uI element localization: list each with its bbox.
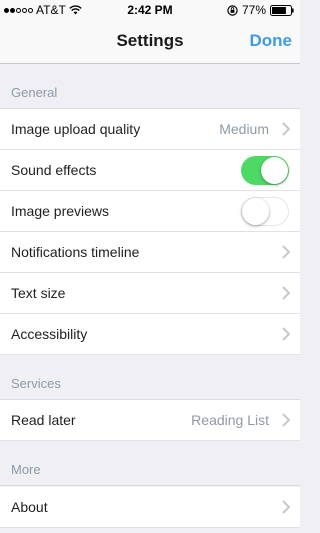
row-about[interactable]: About bbox=[0, 487, 300, 528]
row-label: Image upload quality bbox=[11, 121, 141, 137]
section-header-label: General bbox=[11, 85, 58, 100]
done-button[interactable]: Done bbox=[250, 31, 293, 51]
section-header-general: General bbox=[0, 64, 300, 109]
row-image-upload-quality[interactable]: Image upload quality Medium bbox=[0, 109, 300, 150]
row-sound-effects: Sound effects bbox=[0, 150, 300, 191]
section-header-label: More bbox=[11, 462, 41, 477]
row-label: Image previews bbox=[11, 203, 110, 219]
status-bar: AT&T 2:42 PM 77% bbox=[0, 0, 300, 20]
row-label: Text size bbox=[11, 285, 66, 301]
image-previews-toggle[interactable] bbox=[241, 197, 289, 226]
row-label: Sound effects bbox=[11, 162, 97, 178]
row-read-later[interactable]: Read later Reading List bbox=[0, 400, 300, 441]
row-label: Notifications timeline bbox=[11, 244, 140, 260]
chevron-right-icon bbox=[282, 413, 290, 427]
navigation-bar: Settings Done bbox=[0, 20, 300, 64]
row-label: Read later bbox=[11, 412, 76, 428]
chevron-right-icon bbox=[282, 122, 290, 136]
toggle-knob bbox=[242, 198, 269, 225]
section-header-label: Services bbox=[11, 376, 61, 391]
rotation-lock-icon bbox=[227, 4, 238, 16]
row-image-previews: Image previews bbox=[0, 191, 300, 232]
row-value: Reading List bbox=[191, 412, 269, 428]
chevron-right-icon bbox=[282, 286, 290, 300]
row-value: Medium bbox=[219, 121, 269, 137]
chevron-right-icon bbox=[282, 245, 290, 259]
chevron-right-icon bbox=[282, 500, 290, 514]
row-label: About bbox=[11, 499, 48, 515]
row-text-size[interactable]: Text size bbox=[0, 273, 300, 314]
chevron-right-icon bbox=[282, 327, 290, 341]
settings-screen: AT&T 2:42 PM 77% Settings Done General I… bbox=[0, 0, 300, 533]
battery-percent: 77% bbox=[241, 3, 266, 17]
battery-icon bbox=[270, 4, 294, 16]
section-header-more: More bbox=[0, 441, 300, 486]
row-label: Accessibility bbox=[11, 326, 88, 342]
row-notifications-timeline[interactable]: Notifications timeline bbox=[0, 232, 300, 273]
sound-effects-toggle[interactable] bbox=[241, 156, 289, 185]
status-right: 77% bbox=[227, 3, 294, 17]
row-accessibility[interactable]: Accessibility bbox=[0, 314, 300, 355]
section-header-services: Services bbox=[0, 355, 300, 400]
toggle-knob bbox=[261, 157, 288, 184]
